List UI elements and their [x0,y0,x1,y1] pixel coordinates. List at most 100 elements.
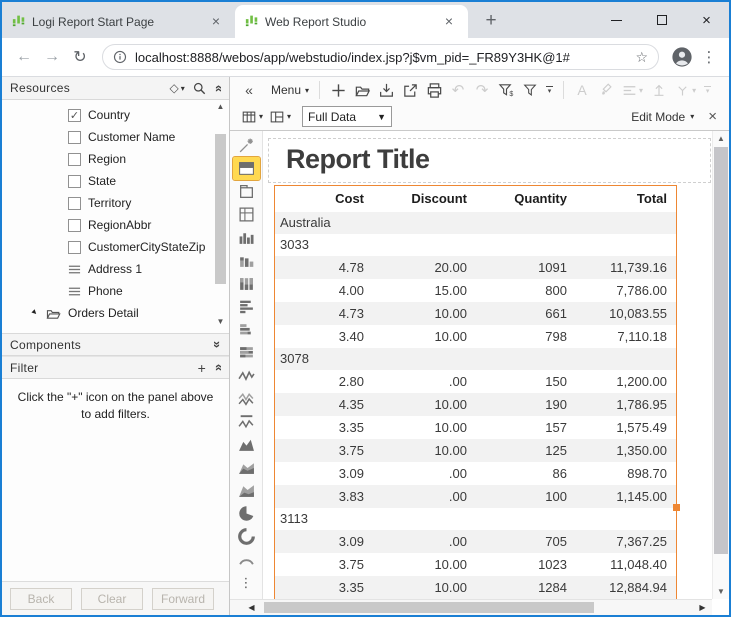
table-row[interactable]: 4.35 10.00 190 1,786.95 [275,393,676,416]
chart-stacked-column-icon[interactable] [233,272,260,295]
scroll-left-icon[interactable]: ◀ [244,600,259,615]
table-row[interactable]: 3.09.00 705 7,367.25 [275,530,676,553]
table-cell[interactable]: 1,575.49 [574,416,674,439]
resource-item-orders-detail[interactable]: ▸ Orders Detail [2,302,229,324]
format-painter-icon[interactable] [595,79,617,101]
table-row[interactable]: 3.35 10.00 157 1,575.49 [275,416,676,439]
forward-button[interactable]: Forward [152,587,214,610]
tab-close-icon[interactable]: × [440,13,458,31]
group-label[interactable]: 3033 [275,234,676,256]
page-layout-icon[interactable]: ▾ [266,106,294,128]
resource-item-region[interactable]: Region [2,148,229,170]
table-cell[interactable]: 10.00 [371,553,474,576]
table-row[interactable]: 3.35 10.00 1284 12,884.94 [275,576,676,599]
table-cell[interactable]: 3.83 [275,485,371,508]
table-cell[interactable]: 4.35 [275,393,371,416]
chart-bench-column-icon[interactable] [233,249,260,272]
table-cell[interactable]: 3.75 [275,553,371,576]
table-cell[interactable]: 1,145.00 [574,485,674,508]
group-label[interactable]: 3078 [275,348,676,370]
column-header[interactable]: Quantity [474,186,574,212]
back-button[interactable]: Back [10,587,72,610]
table-cell[interactable]: 10.00 [371,302,474,325]
scrollbar-thumb[interactable] [264,602,594,613]
table-cell[interactable]: 3.35 [275,576,371,599]
table-row[interactable]: 3.83.00 100 1,145.00 [275,485,676,508]
table-cell[interactable]: 10,083.55 [574,302,674,325]
export-report-icon[interactable] [399,79,421,101]
table-cell[interactable]: 15.00 [371,279,474,302]
chart-gauge-icon[interactable] [233,548,260,571]
close-studio-icon[interactable]: × [704,108,721,125]
table-row[interactable]: 4.73 10.00 661 10,083.55 [275,302,676,325]
table-cell[interactable]: 157 [474,416,574,439]
chart-capped-line-icon[interactable] [233,410,260,433]
tab-logi-start-page[interactable]: Logi Report Start Page × [2,5,235,38]
expand-components-icon[interactable]: » [210,337,225,352]
browser-forward-icon[interactable]: → [38,48,66,66]
components-panel-header[interactable]: Components » [2,333,229,356]
edit-mode-button[interactable]: Edit Mode ▾ [631,110,694,124]
table-cell[interactable]: .00 [371,530,474,553]
resource-item-state[interactable]: State [2,170,229,192]
tabular-icon[interactable] [233,180,260,203]
table-header-row[interactable]: Cost Discount Quantity Total [275,186,676,212]
table-cell[interactable]: 4.73 [275,302,371,325]
chart-pie-icon[interactable] [233,502,260,525]
report-canvas[interactable]: Report Title Cost Discount Quantity Total A… [263,131,712,599]
close-window-button[interactable]: × [684,2,729,38]
column-header[interactable]: Cost [275,186,371,212]
table-cell[interactable]: 1284 [474,576,574,599]
reload-icon[interactable]: ↻ [66,47,94,67]
table-cell[interactable]: 20.00 [371,256,474,279]
table-cell[interactable]: 800 [474,279,574,302]
scroll-up-icon[interactable]: ▲ [213,102,228,116]
more-tools-overflow-icon[interactable]: ▾ [704,86,712,95]
crosstab-icon[interactable] [233,203,260,226]
title-band[interactable]: Report Title [268,138,711,183]
table-cell[interactable]: 10.00 [371,576,474,599]
maximize-button[interactable] [639,2,684,38]
table-cell[interactable]: 100 [474,485,574,508]
table-cell[interactable]: 10.00 [371,393,474,416]
report-wizard-icon[interactable] [233,134,260,157]
collapse-filter-icon[interactable]: » [210,360,225,375]
url-field[interactable]: localhost:8888/webos/app/webstudio/index… [102,44,659,70]
table-cell[interactable]: 10.00 [371,439,474,462]
table-cell[interactable]: 1,786.95 [574,393,674,416]
branch-icon[interactable]: ▾ [672,79,699,101]
open-report-icon[interactable] [351,79,373,101]
table-cell[interactable]: 7,367.25 [574,530,674,553]
new-tab-button[interactable]: + [478,10,504,32]
table-cell[interactable]: 125 [474,439,574,462]
checkbox-checked-icon[interactable]: ✓ [68,108,81,122]
save-report-icon[interactable] [375,79,397,101]
add-filter-icon[interactable]: + [198,360,206,376]
table-cell[interactable]: 11,739.16 [574,256,674,279]
table-cell[interactable]: 12,884.94 [574,576,674,599]
font-icon[interactable]: A [571,79,593,101]
report-title[interactable]: Report Title [286,144,710,175]
group-row[interactable]: 3078 [275,348,676,370]
table-cell[interactable]: 4.00 [275,279,371,302]
table-row[interactable]: 4.00 15.00 800 7,786.00 [275,279,676,302]
table-cell[interactable]: 86 [474,462,574,485]
resources-panel-header[interactable]: Resources ◇ ▾ » [2,77,229,100]
table-cell[interactable]: 898.70 [574,462,674,485]
resource-item-country[interactable]: ✓ Country [2,104,229,126]
table-row[interactable]: 3.09.00 86 898.70 [275,462,676,485]
resource-item-regionabbr[interactable]: RegionAbbr [2,214,229,236]
new-report-icon[interactable] [327,79,349,101]
tab-web-report-studio[interactable]: Web Report Studio × [235,5,468,38]
table-resize-handle[interactable] [673,504,680,511]
menu-button[interactable]: Menu ▾ [262,79,312,101]
table-cell[interactable]: 705 [474,530,574,553]
checkbox-icon[interactable] [68,240,81,254]
more-components-icon[interactable]: ⋮ [233,571,260,594]
chart-line-icon[interactable] [233,364,260,387]
table-cell[interactable]: .00 [371,485,474,508]
chart-bench-bar-icon[interactable] [233,318,260,341]
table-view-icon[interactable]: ▾ [238,106,266,128]
chart-area-icon[interactable] [233,433,260,456]
filter-measure-icon[interactable]: $ [495,79,517,101]
